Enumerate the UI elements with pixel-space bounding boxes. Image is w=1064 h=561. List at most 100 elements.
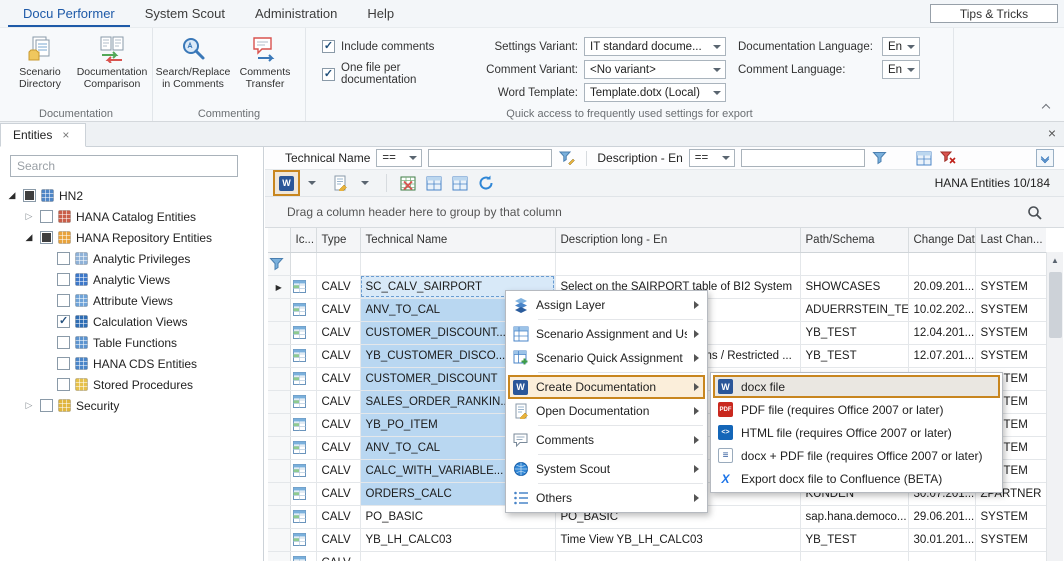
- row-icon-cell[interactable]: [290, 459, 316, 482]
- row-icon-cell[interactable]: [290, 344, 316, 367]
- tips-and-tricks-button[interactable]: Tips & Tricks: [930, 4, 1058, 23]
- clear-filter-icon[interactable]: [939, 149, 957, 167]
- filter-icon[interactable]: [871, 149, 889, 167]
- row-indicator[interactable]: [268, 551, 290, 561]
- documentation-comparison-button[interactable]: Documentation Comparison: [78, 30, 146, 90]
- filter-dialog-icon[interactable]: [915, 149, 933, 167]
- menu-docu-performer[interactable]: Docu Performer: [8, 0, 130, 27]
- tree-node-calculation-views[interactable]: Calculation Views: [0, 311, 263, 332]
- group-by-bar[interactable]: Drag a column header here to group by th…: [265, 197, 1064, 228]
- change-date-cell[interactable]: 30.01.201...: [908, 528, 975, 551]
- tree-node-hn2[interactable]: ◢HN2: [0, 185, 263, 206]
- type-cell[interactable]: CALV: [316, 413, 360, 436]
- context-menu-item-assign-layer[interactable]: Assign Layer: [508, 293, 705, 317]
- change-date-cell[interactable]: 12.07.201...: [908, 344, 975, 367]
- vertical-scrollbar[interactable]: ▲: [1046, 252, 1063, 561]
- tree-node-analytic-views[interactable]: Analytic Views: [0, 269, 263, 290]
- row-indicator[interactable]: [268, 482, 290, 505]
- last-changed-cell[interactable]: [975, 551, 1046, 561]
- row-icon-cell[interactable]: [290, 413, 316, 436]
- column-header-change-date[interactable]: Change Date: [908, 228, 975, 252]
- create-docx-button[interactable]: W: [276, 172, 297, 194]
- change-date-cell[interactable]: 12.04.201...: [908, 321, 975, 344]
- settings-variant-select[interactable]: IT standard docume...: [584, 37, 726, 56]
- row-icon-cell[interactable]: [290, 321, 316, 344]
- path-schema-cell[interactable]: [800, 551, 908, 561]
- column-header-path-schema[interactable]: Path/Schema: [800, 228, 908, 252]
- column-header-ic[interactable]: Ic...: [290, 228, 316, 252]
- last-changed-cell[interactable]: SYSTEM: [975, 505, 1046, 528]
- comment-variant-select[interactable]: <No variant>: [584, 60, 726, 79]
- search-input[interactable]: [10, 155, 238, 177]
- row-indicator[interactable]: [268, 459, 290, 482]
- row-indicator[interactable]: ▶: [268, 275, 290, 298]
- documentation-language-select[interactable]: En: [882, 37, 920, 56]
- open-documentation-button[interactable]: [329, 172, 351, 194]
- search-grid-icon[interactable]: [1027, 205, 1042, 220]
- tree-node-hana-catalog-entities[interactable]: ▷HANA Catalog Entities: [0, 206, 263, 227]
- type-cell[interactable]: CALV: [316, 367, 360, 390]
- tree-checkbox[interactable]: [57, 315, 70, 328]
- tree-checkbox[interactable]: [57, 336, 70, 349]
- column-header-last-chan[interactable]: Last Chan...: [975, 228, 1046, 252]
- technical-name-cell[interactable]: YB_LH_CALC03: [360, 528, 555, 551]
- submenu-item-docx-file[interactable]: Wdocx file: [713, 375, 1000, 398]
- technical-name-cell[interactable]: [360, 551, 555, 561]
- row-indicator[interactable]: [268, 413, 290, 436]
- table-view-button[interactable]: [423, 172, 445, 194]
- filter-cell[interactable]: [800, 252, 908, 275]
- row-indicator[interactable]: [268, 367, 290, 390]
- last-changed-cell[interactable]: SYSTEM: [975, 528, 1046, 551]
- row-icon-cell[interactable]: [290, 551, 316, 561]
- scroll-thumb[interactable]: [1049, 272, 1062, 338]
- path-schema-cell[interactable]: SHOWCASES: [800, 275, 908, 298]
- expand-arrow-icon[interactable]: ◢: [23, 232, 35, 243]
- one-file-per-documentation-checkbox[interactable]: ✓ One file per documentation: [322, 62, 470, 86]
- context-menu-item-create-documentation[interactable]: WCreate Documentation: [508, 375, 705, 399]
- comment-language-select[interactable]: En: [882, 60, 920, 79]
- table-copy-button[interactable]: [449, 172, 471, 194]
- type-cell[interactable]: CALV: [316, 275, 360, 298]
- include-comments-checkbox[interactable]: ✓ Include comments: [322, 40, 470, 53]
- refresh-button[interactable]: [475, 172, 497, 194]
- expand-arrow-icon[interactable]: ◢: [6, 190, 18, 201]
- row-indicator[interactable]: [268, 528, 290, 551]
- tree-node-stored-procedures[interactable]: Stored Procedures: [0, 374, 263, 395]
- column-header-type[interactable]: Type: [316, 228, 360, 252]
- close-tab-icon[interactable]: ×: [62, 128, 69, 142]
- last-changed-cell[interactable]: SYSTEM: [975, 275, 1046, 298]
- tree-node-attribute-views[interactable]: Attribute Views: [0, 290, 263, 311]
- submenu-item-docx-pdf-file-requires-office-2007-or-later[interactable]: ≡docx + PDF file (requires Office 2007 o…: [713, 444, 1000, 467]
- submenu-item-html-file-requires-office-2007-or-later[interactable]: <>HTML file (requires Office 2007 or lat…: [713, 421, 1000, 444]
- row-indicator[interactable]: [268, 321, 290, 344]
- word-template-select[interactable]: Template.dotx (Local): [584, 83, 726, 102]
- filter-cell[interactable]: [555, 252, 800, 275]
- tree-checkbox[interactable]: [57, 357, 70, 370]
- last-changed-cell[interactable]: SYSTEM: [975, 321, 1046, 344]
- description-cell[interactable]: [555, 551, 800, 561]
- tree-node-analytic-privileges[interactable]: Analytic Privileges: [0, 248, 263, 269]
- description-operator-select[interactable]: ==: [689, 149, 735, 167]
- menu-help[interactable]: Help: [352, 0, 409, 27]
- tree-checkbox[interactable]: [40, 210, 53, 223]
- row-icon-cell[interactable]: [290, 528, 316, 551]
- path-schema-cell[interactable]: ADUERRSTEIN_TE...: [800, 298, 908, 321]
- row-icon-cell[interactable]: [290, 275, 316, 298]
- column-header-technical-name[interactable]: Technical Name: [360, 228, 555, 252]
- row-icon-cell[interactable]: [290, 298, 316, 321]
- menu-system-scout[interactable]: System Scout: [130, 0, 240, 27]
- row-icon-cell[interactable]: [290, 390, 316, 413]
- type-cell[interactable]: CALV: [316, 528, 360, 551]
- type-cell[interactable]: CALV: [316, 459, 360, 482]
- path-schema-cell[interactable]: YB_TEST: [800, 344, 908, 367]
- filter-cell[interactable]: [316, 252, 360, 275]
- submenu-item-pdf-file-requires-office-2007-or-later[interactable]: PDFPDF file (requires Office 2007 or lat…: [713, 398, 1000, 421]
- change-date-cell[interactable]: 10.02.202...: [908, 298, 975, 321]
- submenu-item-export-docx-file-to-confluence-beta[interactable]: XExport docx file to Confluence (BETA): [713, 467, 1000, 490]
- context-menu-item-scenario-quick-assignment[interactable]: Scenario Quick Assignment: [508, 346, 705, 370]
- tree-checkbox[interactable]: [23, 189, 36, 202]
- row-indicator[interactable]: [268, 344, 290, 367]
- expand-filter-panel-icon[interactable]: [1036, 149, 1054, 167]
- path-schema-cell[interactable]: YB_TEST: [800, 528, 908, 551]
- path-schema-cell[interactable]: YB_TEST: [800, 321, 908, 344]
